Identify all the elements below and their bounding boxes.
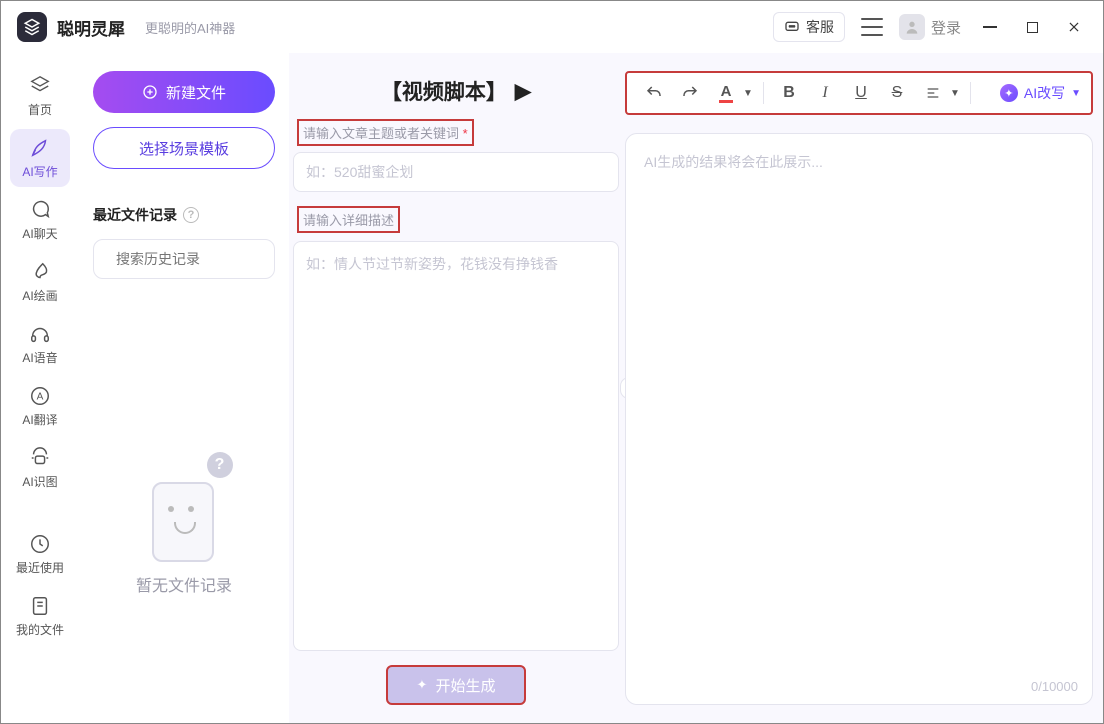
logo-wrap: 聪明灵犀 更聪明的AI神器 bbox=[17, 12, 235, 42]
translate-icon: A bbox=[29, 385, 51, 407]
minimize-button[interactable] bbox=[977, 14, 1003, 40]
form-panel: 【视频脚本】 ▶ 请输入文章主题或者关键词 * 请输入详细描述 ✦ 开始生成 bbox=[293, 71, 619, 705]
sidebar-item-chat[interactable]: AI聊天 bbox=[10, 191, 70, 249]
toolbar-separator bbox=[763, 82, 764, 104]
ai-rewrite-icon: ✦ bbox=[1000, 84, 1018, 102]
customer-service-label: 客服 bbox=[806, 17, 834, 37]
sidebar-item-label: AI绘画 bbox=[22, 287, 57, 304]
align-caret[interactable]: ▼ bbox=[948, 76, 962, 110]
chat-icon bbox=[29, 199, 51, 221]
strikethrough-button[interactable]: S bbox=[880, 76, 914, 110]
sidebar-item-myfiles[interactable]: 我的文件 bbox=[10, 587, 70, 645]
sidebar-item-write[interactable]: AI写作 bbox=[10, 129, 70, 187]
history-search-input[interactable] bbox=[116, 251, 297, 267]
headphone-icon bbox=[29, 323, 51, 345]
tagline: 更聪明的AI神器 bbox=[145, 18, 235, 37]
sidebar-item-vision[interactable]: AI识图 bbox=[10, 439, 70, 497]
sidebar-item-label: AI聊天 bbox=[22, 225, 57, 242]
empty-text: 暂无文件记录 bbox=[136, 572, 232, 596]
sidebar-item-label: AI语音 bbox=[22, 349, 57, 366]
text-color-caret[interactable]: ▼ bbox=[741, 76, 755, 110]
login-label: 登录 bbox=[931, 17, 961, 38]
template-label: 选择场景模板 bbox=[139, 138, 229, 159]
history-title: 最近文件记录 bbox=[93, 205, 177, 225]
sidebar-item-translate[interactable]: A AI翻译 bbox=[10, 377, 70, 435]
clock-icon bbox=[29, 533, 51, 555]
sidebar-item-paint[interactable]: AI绘画 bbox=[10, 253, 70, 311]
app-logo-icon bbox=[17, 12, 47, 42]
avatar-icon bbox=[899, 14, 925, 40]
page-title-row: 【视频脚本】 ▶ bbox=[293, 71, 619, 111]
app-name: 聪明灵犀 bbox=[57, 15, 125, 40]
play-icon[interactable]: ▶ bbox=[515, 79, 531, 104]
sidebar-item-label: 最近使用 bbox=[16, 559, 64, 576]
maximize-button[interactable] bbox=[1019, 14, 1045, 40]
result-placeholder: AI生成的结果将会在此展示... bbox=[644, 154, 823, 170]
sparkle-icon: ✦ bbox=[417, 677, 428, 693]
file-icon bbox=[29, 595, 51, 617]
underline-button[interactable]: U bbox=[844, 76, 878, 110]
svg-text:A: A bbox=[37, 391, 44, 402]
result-output[interactable]: AI生成的结果将会在此展示... 0/10000 bbox=[625, 133, 1093, 705]
result-panel: ⋮ A ▼ B I U S ▼ ✦ AI改写 ▼ bbox=[625, 71, 1093, 705]
page-title: 【视频脚本】 bbox=[381, 76, 507, 106]
titlebar: 聪明灵犀 更聪明的AI神器 客服 登录 bbox=[1, 1, 1103, 53]
sidebar-item-label: AI识图 bbox=[22, 473, 57, 490]
search-wrap[interactable] bbox=[93, 239, 275, 279]
sidebar-item-voice[interactable]: AI语音 bbox=[10, 315, 70, 373]
history-heading: 最近文件记录 ? bbox=[93, 205, 275, 225]
files-column: 新建文件 选择场景模板 最近文件记录 ? ? 暂无文件记录 bbox=[79, 53, 289, 723]
login-button[interactable]: 登录 bbox=[899, 14, 961, 40]
sidebar: 首页 AI写作 AI聊天 AI绘画 AI语音 A AI翻译 AI识图 bbox=[1, 53, 79, 723]
sidebar-item-home[interactable]: 首页 bbox=[10, 67, 70, 125]
close-button[interactable] bbox=[1061, 14, 1087, 40]
main-area: 【视频脚本】 ▶ 请输入文章主题或者关键词 * 请输入详细描述 ✦ 开始生成 ⋮ bbox=[289, 53, 1103, 723]
sidebar-item-label: 我的文件 bbox=[16, 621, 64, 638]
field2-label: 请输入详细描述 bbox=[297, 206, 400, 233]
detail-textarea[interactable] bbox=[293, 241, 619, 651]
ai-rewrite-button[interactable]: ✦ AI改写 ▼ bbox=[1000, 83, 1081, 103]
new-file-label: 新建文件 bbox=[166, 82, 226, 103]
redo-button[interactable] bbox=[673, 76, 707, 110]
sidebar-item-label: AI翻译 bbox=[22, 411, 57, 428]
field1-label: 请输入文章主题或者关键词 bbox=[303, 126, 459, 141]
char-count: 0/10000 bbox=[1031, 679, 1078, 694]
menu-icon[interactable] bbox=[861, 18, 883, 36]
customer-service-button[interactable]: 客服 bbox=[773, 12, 845, 42]
sidebar-item-label: 首页 bbox=[28, 101, 52, 118]
empty-illustration-icon: ? bbox=[142, 462, 227, 562]
sidebar-item-recent[interactable]: 最近使用 bbox=[10, 525, 70, 583]
ai-rewrite-label: AI改写 bbox=[1024, 83, 1065, 103]
help-icon[interactable]: ? bbox=[183, 207, 199, 223]
generate-button[interactable]: ✦ 开始生成 bbox=[386, 665, 526, 705]
field1-label-row: 请输入文章主题或者关键词 * bbox=[293, 119, 619, 152]
editor-toolbar: A ▼ B I U S ▼ ✦ AI改写 ▼ bbox=[625, 71, 1093, 115]
undo-button[interactable] bbox=[637, 76, 671, 110]
text-color-button[interactable]: A bbox=[709, 76, 743, 110]
sidebar-item-label: AI写作 bbox=[22, 163, 57, 180]
image-icon bbox=[29, 447, 51, 469]
empty-state: ? 暂无文件记录 bbox=[93, 353, 275, 705]
template-button[interactable]: 选择场景模板 bbox=[93, 127, 275, 169]
brush-icon bbox=[29, 261, 51, 283]
generate-label: 开始生成 bbox=[435, 675, 495, 696]
bold-button[interactable]: B bbox=[772, 76, 806, 110]
align-button[interactable] bbox=[916, 76, 950, 110]
field2-label-row: 请输入详细描述 bbox=[293, 206, 619, 239]
new-file-button[interactable]: 新建文件 bbox=[93, 71, 275, 113]
topic-input[interactable] bbox=[293, 152, 619, 192]
pen-icon bbox=[29, 137, 51, 159]
home-icon bbox=[29, 75, 51, 97]
italic-button[interactable]: I bbox=[808, 76, 842, 110]
toolbar-separator bbox=[970, 82, 971, 104]
